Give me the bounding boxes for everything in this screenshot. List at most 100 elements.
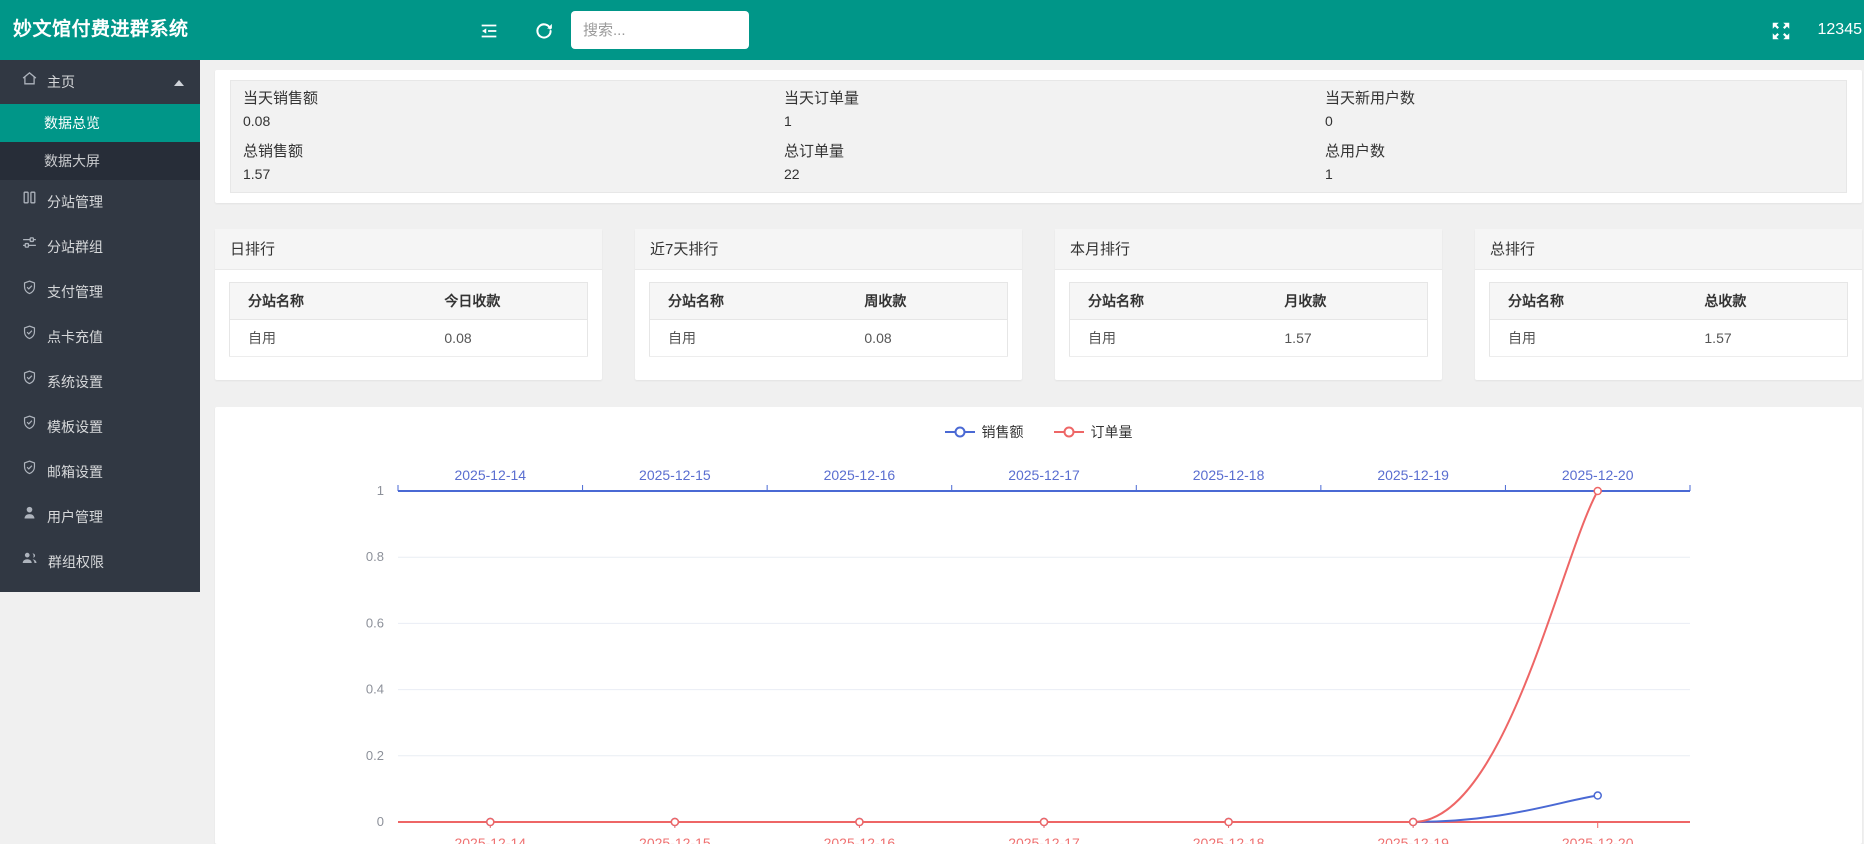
column-header: 今日收款: [426, 283, 587, 320]
sidebar-item-label: 分站群组: [47, 239, 103, 255]
svg-text:0.2: 0.2: [366, 748, 384, 763]
svg-text:2025-12-14: 2025-12-14: [454, 467, 526, 483]
menu-collapse-icon[interactable]: [478, 20, 500, 42]
card-title: 近7天排行: [635, 229, 1022, 270]
column-header: 周收款: [846, 283, 1007, 320]
sidebar-item-label: 用户管理: [47, 509, 103, 525]
svg-text:2025-12-17: 2025-12-17: [1008, 467, 1080, 483]
daily-ranking-table: 分站名称 今日收款 自用 0.08: [229, 282, 588, 357]
columns-icon: [21, 179, 38, 224]
stat-today-orders: 当天订单量 1: [784, 86, 1325, 139]
shield-check-icon: [21, 314, 38, 359]
card-title: 总排行: [1475, 229, 1862, 270]
sidebar-item-label: 模板设置: [47, 419, 103, 435]
stats-overview-card: 当天销售额 0.08 当天订单量 1 当天新用户数 0 总销售额 1.57 总订…: [215, 70, 1862, 203]
weekly-ranking-card: 近7天排行 分站名称 周收款 自用 0.08: [635, 229, 1022, 380]
sidebar-item-card-recharge[interactable]: 点卡充值: [0, 315, 200, 360]
sidebar-item-payment-mgmt[interactable]: 支付管理: [0, 270, 200, 315]
sidebar-item-home[interactable]: 主页: [0, 60, 200, 104]
svg-text:2025-12-18: 2025-12-18: [1193, 835, 1265, 844]
sidebar-item-label: 邮箱设置: [47, 464, 103, 480]
svg-text:2025-12-19: 2025-12-19: [1377, 467, 1449, 483]
svg-text:2025-12-15: 2025-12-15: [639, 835, 711, 844]
svg-text:0.4: 0.4: [366, 682, 384, 697]
legend-item-sales[interactable]: 销售额: [945, 422, 1024, 442]
card-title: 日排行: [215, 229, 602, 270]
svg-text:2025-12-16: 2025-12-16: [824, 835, 896, 844]
sidebar-item-label: 点卡充值: [47, 329, 103, 345]
svg-text:2025-12-15: 2025-12-15: [639, 467, 711, 483]
shield-check-icon: [21, 449, 38, 494]
stat-today-sales: 当天销售额 0.08: [243, 86, 784, 139]
chart-legend: 销售额 订单量: [215, 422, 1862, 442]
user-icon: [21, 494, 38, 539]
stat-total-sales: 总销售额 1.57: [243, 139, 784, 192]
fullscreen-icon[interactable]: [1770, 20, 1792, 42]
svg-text:2025-12-20: 2025-12-20: [1562, 467, 1634, 483]
stats-grid: 当天销售额 0.08 当天订单量 1 当天新用户数 0 总销售额 1.57 总订…: [230, 80, 1847, 193]
monthly-ranking-card: 本月排行 分站名称 月收款 自用 1.57: [1055, 229, 1442, 380]
svg-text:0.8: 0.8: [366, 549, 384, 564]
sliders-icon: [21, 224, 38, 269]
column-header: 分站名称: [230, 283, 427, 320]
svg-text:0: 0: [377, 814, 384, 829]
app-title: 妙文馆付费进群系统: [13, 0, 189, 60]
sidebar-item-substation-mgmt[interactable]: 分站管理: [0, 180, 200, 225]
sidebar-item-label: 支付管理: [47, 284, 103, 300]
stat-today-new-users: 当天新用户数 0: [1325, 86, 1846, 139]
svg-text:2025-12-19: 2025-12-19: [1377, 835, 1449, 844]
weekly-ranking-table: 分站名称 周收款 自用 0.08: [649, 282, 1008, 357]
table-row: 自用 1.57: [1070, 320, 1428, 357]
table-row: 自用 1.57: [1490, 320, 1848, 357]
legend-label: 订单量: [1091, 422, 1133, 442]
username[interactable]: 12345: [1818, 0, 1863, 60]
stat-total-users: 总用户数 1: [1325, 139, 1846, 192]
sidebar-item-group-permissions[interactable]: 群组权限: [0, 540, 200, 585]
svg-text:2025-12-16: 2025-12-16: [824, 467, 896, 483]
shield-check-icon: [21, 404, 38, 449]
sidebar-item-data-screen[interactable]: 数据大屏: [0, 142, 200, 180]
table-row: 自用 0.08: [230, 320, 588, 357]
sidebar-nav: 主页 数据总览 数据大屏 分站管理 分站群组: [0, 60, 200, 592]
sidebar-item-system-settings[interactable]: 系统设置: [0, 360, 200, 405]
shield-check-icon: [21, 269, 38, 314]
sidebar-item-data-overview[interactable]: 数据总览: [0, 104, 200, 142]
legend-item-orders[interactable]: 订单量: [1054, 422, 1133, 442]
svg-text:2025-12-18: 2025-12-18: [1193, 467, 1265, 483]
total-ranking-card: 总排行 分站名称 总收款 自用 1.57: [1475, 229, 1862, 380]
legend-label: 销售额: [982, 422, 1024, 442]
sidebar-item-substation-groups[interactable]: 分站群组: [0, 225, 200, 270]
sidebar-item-label: 群组权限: [48, 554, 104, 570]
sidebar-item-label: 主页: [47, 74, 75, 90]
column-header: 总收款: [1686, 283, 1847, 320]
column-header: 分站名称: [1490, 283, 1687, 320]
total-ranking-table: 分站名称 总收款 自用 1.57: [1489, 282, 1848, 357]
svg-text:1: 1: [377, 483, 384, 498]
sidebar-item-user-mgmt[interactable]: 用户管理: [0, 495, 200, 540]
sidebar-item-mailbox-settings[interactable]: 邮箱设置: [0, 450, 200, 495]
chevron-up-icon: [174, 80, 184, 86]
users-icon: [21, 539, 39, 584]
dashboard-page: 妙文馆付费进群系统 12345: [0, 0, 1864, 844]
column-header: 分站名称: [650, 283, 847, 320]
monthly-ranking-table: 分站名称 月收款 自用 1.57: [1069, 282, 1428, 357]
svg-text:0.6: 0.6: [366, 615, 384, 630]
line-chart: 0 0.2 0.4 0.6 0.8 1 2025-12-14 2025-12-15 2025-1…: [215, 407, 1862, 844]
table-row: 自用 0.08: [650, 320, 1008, 357]
svg-text:2025-12-14: 2025-12-14: [454, 835, 526, 844]
svg-text:2025-12-17: 2025-12-17: [1008, 835, 1080, 844]
stat-total-orders: 总订单量 22: [784, 139, 1325, 192]
daily-ranking-card: 日排行 分站名称 今日收款 自用 0.08: [215, 229, 602, 380]
svg-text:2025-12-20: 2025-12-20: [1562, 835, 1634, 844]
shield-check-icon: [21, 359, 38, 404]
column-header: 分站名称: [1070, 283, 1267, 320]
ranking-cards-row: 日排行 分站名称 今日收款 自用 0.08 近7天排行: [215, 229, 1862, 380]
top-header: 妙文馆付费进群系统 12345: [0, 0, 1864, 60]
refresh-icon[interactable]: [533, 20, 555, 42]
sidebar-item-template-settings[interactable]: 模板设置: [0, 405, 200, 450]
sales-orders-chart-card: 销售额 订单量 0 0.2 0.4 0.6 0.8 1 2025-12-14 2025-12-…: [215, 407, 1862, 844]
column-header: 月收款: [1266, 283, 1427, 320]
sidebar-item-label: 系统设置: [47, 374, 103, 390]
home-icon: [21, 60, 38, 104]
search-input[interactable]: [571, 11, 749, 49]
